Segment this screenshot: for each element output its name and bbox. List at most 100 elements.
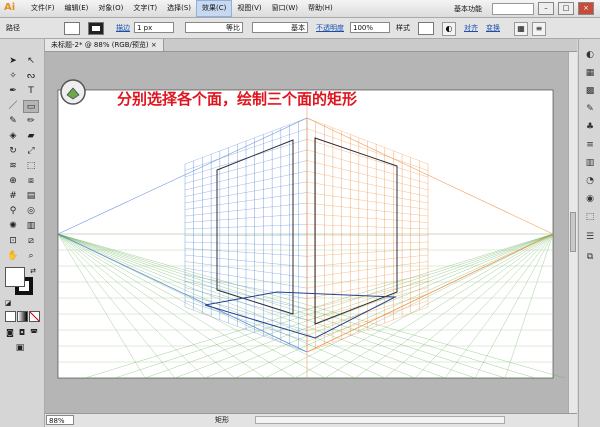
- rotate-tool-icon[interactable]: ↻: [5, 145, 21, 158]
- swap-colors-icon[interactable]: ⇄: [28, 265, 38, 278]
- perspective-grid-icon[interactable]: ⧈: [23, 175, 39, 188]
- color-panel-icon[interactable]: ◐: [583, 49, 597, 61]
- app-logo: Ai: [4, 2, 16, 13]
- transparency-panel-icon[interactable]: ◔: [583, 175, 597, 187]
- magic-wand-icon[interactable]: ✧: [5, 70, 21, 83]
- panel-menu-icon[interactable]: ≡: [532, 22, 546, 36]
- stroke-panel-icon[interactable]: ≡: [583, 139, 597, 151]
- symbol-sprayer-icon[interactable]: ✺: [5, 220, 21, 233]
- artboards-panel-icon[interactable]: ⧉: [583, 251, 597, 263]
- profile-select[interactable]: 等比: [185, 22, 243, 33]
- recolor-icon[interactable]: ◐: [442, 22, 456, 36]
- document-tab[interactable]: 未标题-2* @ 88% (RGB/预览) ×: [45, 39, 164, 51]
- vertical-scroll-thumb[interactable]: [570, 212, 576, 252]
- draw-behind-icon[interactable]: ◘: [17, 326, 27, 339]
- swatches-panel-icon[interactable]: ▩: [583, 85, 597, 97]
- slice-tool-icon[interactable]: ⧄: [23, 235, 39, 248]
- menubar-right: 基本功能 – □ ×: [454, 2, 594, 15]
- direct-selection-tool-icon[interactable]: ↖: [23, 55, 39, 68]
- menu-file[interactable]: 文件(F): [26, 0, 60, 17]
- rectangle-tool-icon[interactable]: ▭: [23, 100, 39, 113]
- menu-window[interactable]: 窗口(W): [267, 0, 303, 17]
- draw-normal-icon[interactable]: ◙: [5, 326, 15, 339]
- blend-tool-icon[interactable]: ◎: [23, 205, 39, 218]
- isolate-icon[interactable]: ▦: [514, 22, 528, 36]
- free-transform-icon[interactable]: ⬚: [23, 160, 39, 173]
- eraser-icon[interactable]: ▰: [23, 130, 39, 143]
- menu-select[interactable]: 选择(S): [162, 0, 196, 17]
- symbols-panel-icon[interactable]: ♣: [583, 121, 597, 133]
- stroke-swatch[interactable]: [88, 22, 104, 35]
- annotation-text: 分别选择各个面，绘制三个面的矩形: [117, 90, 357, 108]
- artboard-tool-icon[interactable]: ⊡: [5, 235, 21, 248]
- close-button[interactable]: ×: [578, 2, 594, 15]
- align-link[interactable]: 对齐: [464, 22, 478, 34]
- document-tab-title: 未标题-2* @ 88% (RGB/预览): [51, 41, 149, 49]
- panel-dock: ◐ ▦ ▩ ✎ ♣ ≡ ▥ ◔ ◉ ⬚ ☰ ⧉: [578, 39, 600, 427]
- mesh-tool-icon[interactable]: #: [5, 190, 21, 203]
- minimize-button[interactable]: –: [538, 2, 554, 15]
- menu-view[interactable]: 视图(V): [232, 0, 266, 17]
- document-window: 未标题-2* @ 88% (RGB/预览) × 分别选择各个面，绘制三个面的矩形…: [45, 39, 577, 427]
- appearance-panel-icon[interactable]: ◉: [583, 193, 597, 205]
- color-guide-icon[interactable]: ▦: [583, 67, 597, 79]
- stroke-weight-field[interactable]: 1 px: [134, 22, 174, 33]
- style-swatch[interactable]: [418, 22, 434, 35]
- none-mode-icon[interactable]: [29, 311, 40, 322]
- layers-panel-icon[interactable]: ☰: [583, 231, 597, 243]
- horizontal-scrollbar[interactable]: [255, 416, 505, 424]
- default-colors-icon[interactable]: ◪: [3, 297, 13, 310]
- status-bar: 88% 矩形: [45, 413, 577, 427]
- menu-effect[interactable]: 效果(C): [196, 0, 233, 17]
- document-tab-bar: 未标题-2* @ 88% (RGB/预览) ×: [45, 39, 577, 52]
- color-mode-icon[interactable]: [5, 311, 16, 322]
- fill-swatch[interactable]: [64, 22, 80, 35]
- blob-brush-icon[interactable]: ◈: [5, 130, 21, 143]
- screen-mode-icon[interactable]: ▣: [12, 342, 28, 355]
- artboard-svg[interactable]: 分别选择各个面，绘制三个面的矩形: [45, 52, 569, 414]
- vertical-scrollbar[interactable]: [568, 52, 577, 414]
- menu-type[interactable]: 文字(T): [128, 0, 162, 17]
- pencil-icon[interactable]: ✏: [23, 115, 39, 128]
- opacity-link[interactable]: 不透明度: [316, 22, 344, 34]
- gradient-tool-icon[interactable]: ▤: [23, 190, 39, 203]
- selection-tool-icon[interactable]: ➤: [5, 55, 21, 68]
- draw-inside-icon[interactable]: ◚: [29, 326, 39, 339]
- warp-tool-icon[interactable]: ≋: [5, 160, 21, 173]
- menu-edit[interactable]: 编辑(E): [60, 0, 94, 17]
- stroke-link[interactable]: 描边: [116, 22, 130, 34]
- search-input[interactable]: [492, 2, 534, 15]
- style-label: 样式: [396, 24, 410, 32]
- profile-label: 等比: [226, 24, 240, 32]
- column-graph-icon[interactable]: ▥: [23, 220, 39, 233]
- status-label[interactable]: 矩形: [215, 415, 229, 426]
- shape-builder-icon[interactable]: ⊕: [5, 175, 21, 188]
- maximize-button[interactable]: □: [558, 2, 574, 15]
- brushes-panel-icon[interactable]: ✎: [583, 103, 597, 115]
- opacity-field[interactable]: 100%: [350, 22, 390, 33]
- close-tab-icon[interactable]: ×: [151, 41, 157, 49]
- control-bar: 路径 描边 1 px 等比 基本 不透明度 100% 样式 ◐ 对齐 变换 ▦ …: [0, 18, 600, 39]
- fill-color-box[interactable]: [5, 267, 25, 287]
- lasso-icon[interactable]: ᔓ: [23, 70, 39, 83]
- workspace-switcher[interactable]: 基本功能: [454, 4, 482, 14]
- zoom-tool-icon[interactable]: ⌕: [23, 250, 39, 263]
- menu-object[interactable]: 对象(O): [93, 0, 128, 17]
- type-tool-icon[interactable]: T: [23, 85, 39, 98]
- scale-tool-icon[interactable]: ⤢: [23, 145, 39, 158]
- menu-help[interactable]: 帮助(H): [303, 0, 338, 17]
- canvas-area[interactable]: 分别选择各个面，绘制三个面的矩形: [45, 52, 569, 414]
- graphic-styles-icon[interactable]: ⬚: [583, 211, 597, 223]
- line-tool-icon[interactable]: ／: [5, 100, 21, 113]
- brush-select[interactable]: 基本: [252, 22, 308, 33]
- eyedropper-icon[interactable]: ⚲: [5, 205, 21, 218]
- paintbrush-icon[interactable]: ✎: [5, 115, 21, 128]
- pen-tool-icon[interactable]: ✒: [5, 85, 21, 98]
- zoom-field[interactable]: 88%: [46, 415, 74, 425]
- hand-tool-icon[interactable]: ✋: [5, 250, 21, 263]
- gradient-mode-icon[interactable]: [17, 311, 28, 322]
- brush-label: 基本: [291, 24, 305, 32]
- object-type-label: 路径: [6, 24, 20, 32]
- transform-link[interactable]: 变换: [486, 22, 500, 34]
- gradient-panel-icon[interactable]: ▥: [583, 157, 597, 169]
